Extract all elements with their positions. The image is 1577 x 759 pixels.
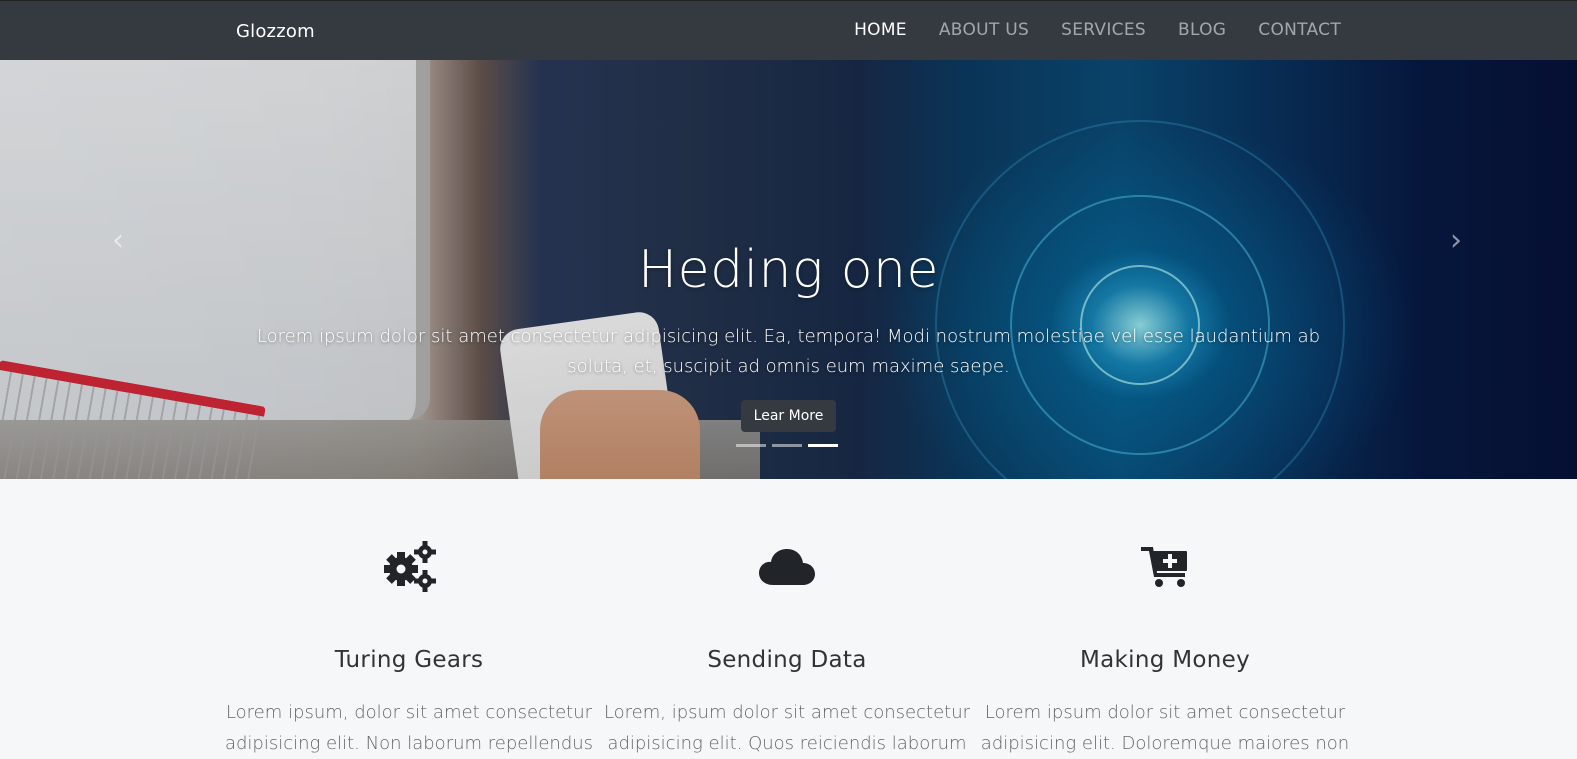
feature-card: Turing Gears Lorem ipsum, dolor sit amet… — [224, 539, 594, 759]
chevron-right-icon: › — [1450, 222, 1462, 258]
nav-blog[interactable]: BLOG — [1178, 20, 1226, 40]
cart-plus-icon — [980, 539, 1350, 595]
carousel-indicator[interactable] — [736, 444, 766, 447]
carousel-indicator[interactable] — [772, 444, 802, 447]
carousel-next-button[interactable]: › — [1436, 220, 1476, 260]
feature-text: Lorem ipsum, dolor sit amet consectetur … — [224, 702, 594, 754]
carousel-indicator[interactable] — [808, 444, 838, 447]
learn-more-button[interactable]: Lear More — [740, 400, 837, 432]
carousel-indicators — [736, 444, 838, 447]
nav-services[interactable]: SERVICES — [1061, 20, 1146, 40]
feature-card: Sending Data Lorem, ipsum dolor sit amet… — [602, 539, 972, 759]
feature-title: Turing Gears — [334, 647, 484, 673]
navbar: Glozzom HOME ABOUT US SERVICES BLOG CONT… — [0, 0, 1577, 60]
gears-icon — [224, 539, 594, 595]
brand-logo[interactable]: Glozzom — [236, 21, 315, 42]
feature-title: Making Money — [1080, 647, 1250, 673]
hero-caption: Heding one Lorem ipsum dolor sit amet co… — [236, 238, 1341, 432]
hero-text: Lorem ipsum dolor sit amet consectetur a… — [256, 326, 1321, 377]
nav-about-us[interactable]: ABOUT US — [939, 20, 1029, 40]
hero-title: Heding one — [637, 240, 939, 300]
nav-links: HOME ABOUT US SERVICES BLOG CONTACT — [854, 20, 1341, 40]
feature-text: Lorem ipsum dolor sit amet consectetur a… — [980, 702, 1350, 754]
feature-title: Sending Data — [707, 647, 867, 673]
features-section: Turing Gears Lorem ipsum, dolor sit amet… — [0, 479, 1577, 755]
nav-contact[interactable]: CONTACT — [1258, 20, 1341, 40]
feature-card: Making Money Lorem ipsum dolor sit amet … — [980, 539, 1350, 759]
nav-home[interactable]: HOME — [854, 20, 907, 40]
feature-text: Lorem, ipsum dolor sit amet consectetur … — [603, 702, 971, 754]
chevron-left-icon: ‹ — [112, 222, 124, 258]
cloud-icon — [602, 539, 972, 595]
hero-carousel: ‹ › Heding one Lorem ipsum dolor sit ame… — [0, 60, 1577, 479]
carousel-prev-button[interactable]: ‹ — [98, 220, 138, 260]
